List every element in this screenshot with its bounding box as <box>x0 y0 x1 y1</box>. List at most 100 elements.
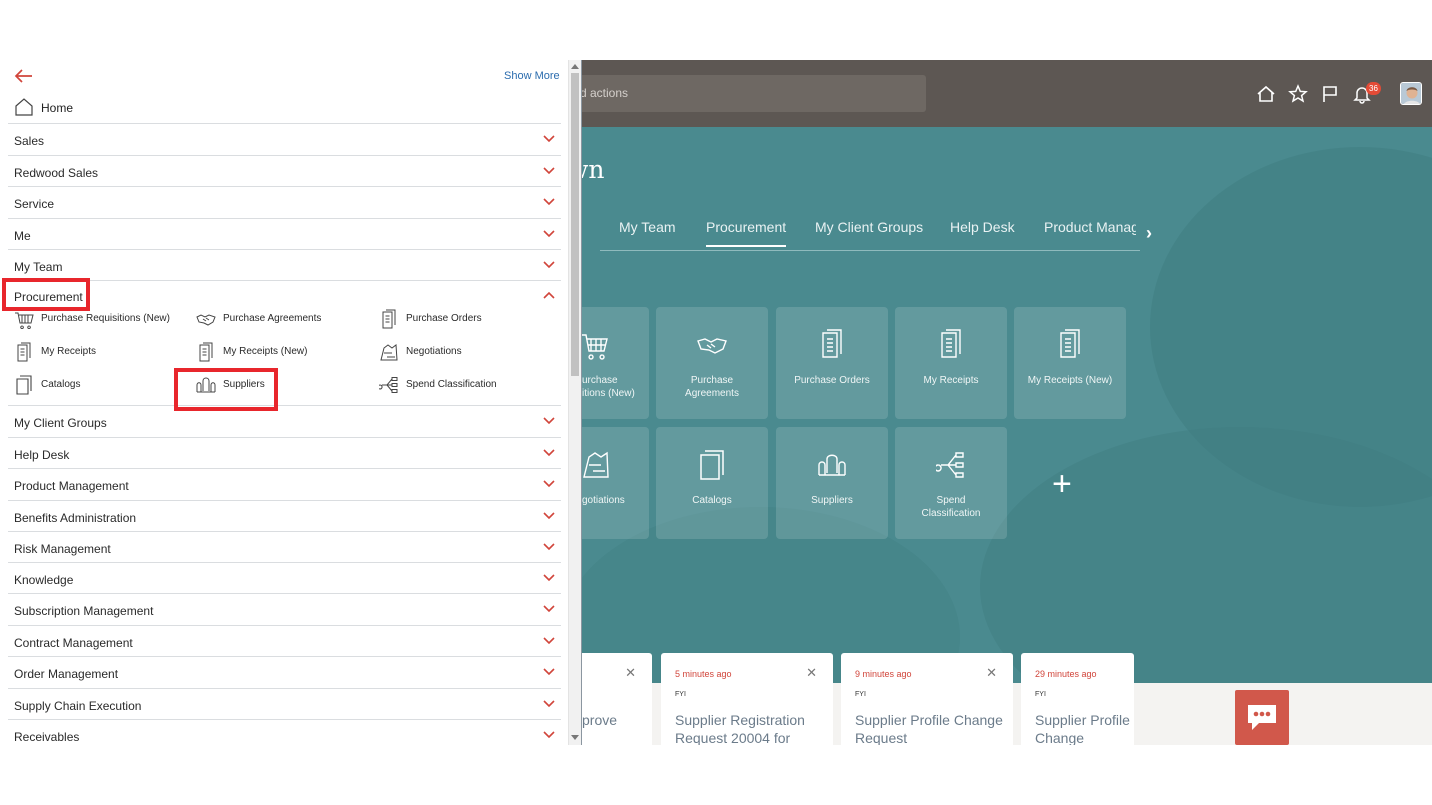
add-tile-button[interactable]: + <box>1052 465 1072 504</box>
nav-item-label: Catalogs <box>41 379 81 390</box>
handshake-icon <box>697 338 727 354</box>
nav-item-label: My Receipts (New) <box>223 346 308 357</box>
nav-item-label: Spend Classification <box>406 379 497 390</box>
nav-group-label: Benefits Administration <box>14 511 137 525</box>
favorites-star-icon[interactable] <box>1288 84 1308 104</box>
nav-group-receivables[interactable]: Receivables <box>8 719 561 745</box>
nav-group-label: Help Desk <box>14 448 70 462</box>
suppliers-highlight-box <box>174 368 278 411</box>
tile-label: urchase itions (New) <box>582 375 635 399</box>
nav-item-label: Purchase Orders <box>406 313 482 324</box>
document-icon <box>1060 329 1080 358</box>
drawer-scrollbar[interactable] <box>568 60 581 745</box>
tile-my-receipts[interactable]: My Receipts <box>895 307 1007 419</box>
tile-purchase-orders[interactable]: Purchase Orders <box>776 307 888 419</box>
tab-help-desk[interactable]: Help Desk <box>950 219 1015 235</box>
nav-group-contract-management[interactable]: Contract Management <box>8 625 561 657</box>
nav-group-order-management[interactable]: Order Management <box>8 656 561 688</box>
cart-icon <box>15 312 34 329</box>
tile-my-receipts-new[interactable]: My Receipts (New) <box>1014 307 1126 419</box>
nav-group-my-client-groups[interactable]: My Client Groups <box>8 405 561 437</box>
nav-group-label: My Client Groups <box>14 416 107 430</box>
tile-suppliers[interactable]: Suppliers <box>776 427 888 539</box>
handshake-icon <box>196 314 216 326</box>
chevron-down-icon <box>543 135 555 143</box>
nav-group-label: Contract Management <box>14 636 133 650</box>
tile-catalogs[interactable]: Catalogs <box>656 427 768 539</box>
tile-label: gotiations <box>582 495 625 506</box>
document-icon <box>822 329 842 358</box>
chevron-down-icon <box>543 543 555 551</box>
spend-classification-icon <box>379 377 398 393</box>
nav-home-label: Home <box>41 101 74 115</box>
notification-type: FYI <box>855 691 866 698</box>
nav-group-me[interactable]: Me <box>8 218 561 250</box>
notification-type: FYI <box>1035 691 1046 698</box>
tab-product-management[interactable]: Product Manage <box>1044 219 1136 235</box>
search-input[interactable]: d actions <box>540 75 926 112</box>
show-more-link[interactable]: Show More <box>504 70 560 82</box>
chevron-down-icon <box>543 700 555 708</box>
tile-label: Spend Classification <box>921 495 981 519</box>
notification-card[interactable]: 29 minutes ago FYI Supplier Profile Chan… <box>1021 653 1134 745</box>
cart-icon <box>581 334 608 360</box>
nav-group-my-team[interactable]: My Team <box>8 249 561 281</box>
tile-spend-classification[interactable]: Spend Classification <box>895 427 1007 539</box>
notification-count-badge: 36 <box>1366 82 1381 95</box>
document-icon <box>199 342 213 362</box>
nav-group-subscription-management[interactable]: Subscription Management <box>8 593 561 625</box>
chat-button[interactable] <box>1235 690 1289 745</box>
scroll-up-arrow-icon[interactable] <box>571 64 579 69</box>
nav-item-label: Negotiations <box>406 346 462 357</box>
nav-group-benefits-administration[interactable]: Benefits Administration <box>8 500 561 532</box>
scrollbar-thumb[interactable] <box>571 73 579 376</box>
tabs-next-chevron-icon[interactable]: › <box>1146 223 1152 244</box>
nav-group-sales[interactable]: Sales <box>8 123 561 155</box>
nav-group-label: Order Management <box>14 667 119 681</box>
nav-group-product-management[interactable]: Product Management <box>8 468 561 500</box>
chevron-up-icon <box>543 291 555 299</box>
nav-group-supply-chain-execution[interactable]: Supply Chain Execution <box>8 688 561 720</box>
notification-time: 9 minutes ago <box>855 669 912 679</box>
document-icon <box>382 309 396 329</box>
tile-label: Catalogs <box>692 495 732 506</box>
close-icon[interactable]: ✕ <box>625 665 636 681</box>
tab-procurement[interactable]: Procurement <box>706 219 787 247</box>
nav-group-knowledge[interactable]: Knowledge <box>8 562 561 594</box>
chevron-down-icon <box>543 480 555 488</box>
tab-my-team[interactable]: My Team <box>619 219 676 235</box>
nav-group-label: Product Management <box>14 479 129 493</box>
notification-title[interactable]: Supplier Registration Request 20004 for <box>675 711 829 745</box>
close-icon[interactable]: ✕ <box>986 665 997 681</box>
tile-label: Suppliers <box>811 495 853 506</box>
nav-group-redwood-sales[interactable]: Redwood Sales <box>8 155 561 187</box>
nav-group-help-desk[interactable]: Help Desk <box>8 437 561 469</box>
nav-group-label: Redwood Sales <box>14 166 99 180</box>
notification-title[interactable]: Supplier Profile Change Request <box>855 711 1009 745</box>
chevron-down-icon <box>543 261 555 269</box>
nav-group-risk-management[interactable]: Risk Management <box>8 531 561 563</box>
close-icon[interactable]: ✕ <box>806 665 817 681</box>
notification-card[interactable]: 9 minutes ago ✕ FYI Supplier Profile Cha… <box>841 653 1013 745</box>
nav-group-label: Me <box>14 229 31 243</box>
notification-time: 5 minutes ago <box>675 669 732 679</box>
tab-my-client-groups[interactable]: My Client Groups <box>815 219 923 235</box>
nav-home[interactable]: Home <box>14 97 73 117</box>
notification-title[interactable]: prove <box>582 711 648 729</box>
notification-card[interactable]: 5 minutes ago ✕ FYI Supplier Registratio… <box>661 653 833 745</box>
document-icon <box>17 342 31 362</box>
chevron-down-icon <box>543 731 555 739</box>
nav-group-service[interactable]: Service <box>8 186 561 218</box>
avatar-image <box>1401 83 1421 104</box>
tile-purchase-agreements[interactable]: Purchase Agreements <box>656 307 768 419</box>
scroll-down-arrow-icon[interactable] <box>571 735 579 740</box>
nav-group-label: Receivables <box>14 730 80 744</box>
suppliers-icon <box>818 454 846 476</box>
watchlist-flag-icon[interactable] <box>1320 84 1340 104</box>
notification-title[interactable]: Supplier Profile Change Reques <box>1035 711 1130 745</box>
back-arrow-icon[interactable] <box>14 68 34 84</box>
user-avatar[interactable] <box>1400 82 1422 105</box>
home-icon[interactable] <box>1256 84 1276 104</box>
nav-group-label: Knowledge <box>14 573 74 587</box>
chevron-down-icon <box>543 167 555 175</box>
